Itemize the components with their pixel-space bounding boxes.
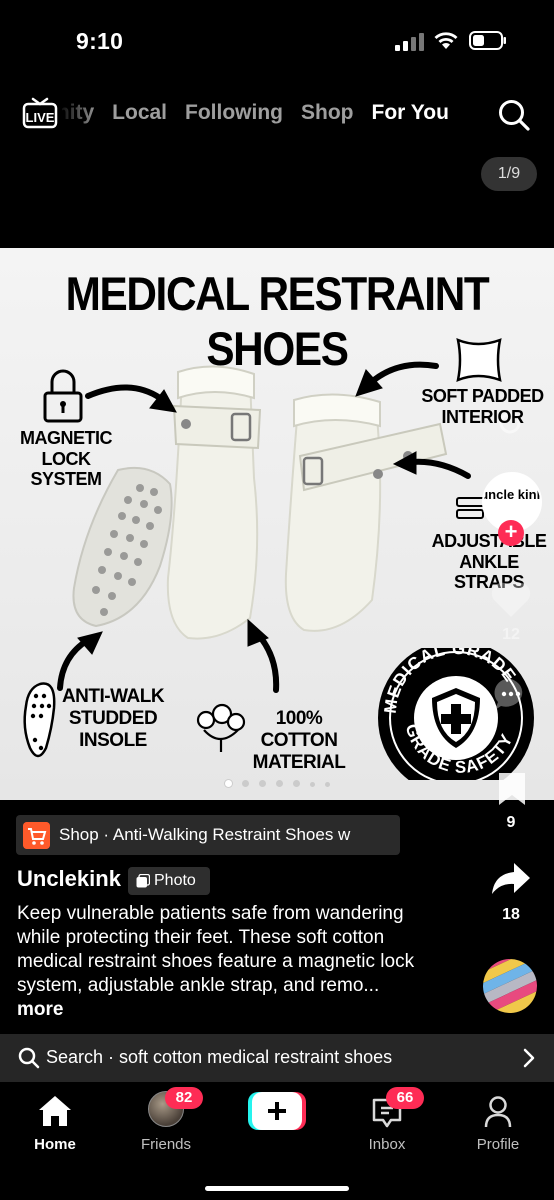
post-username[interactable]: Unclekink — [17, 866, 121, 892]
tab-following[interactable]: Following — [185, 101, 283, 125]
search-icon[interactable] — [497, 98, 531, 132]
like-count: 12 — [502, 626, 520, 643]
home-icon — [39, 1096, 71, 1126]
share-icon[interactable] — [490, 860, 532, 898]
inbox-badge: 66 — [386, 1087, 424, 1109]
tab-for-you[interactable]: For You — [372, 101, 449, 125]
music-disc-icon[interactable] — [482, 958, 538, 1014]
chevron-right-icon — [523, 1048, 535, 1068]
carousel-dot — [309, 782, 315, 787]
tab-friends-label: Friends — [140, 1136, 192, 1153]
carousel-dot — [324, 782, 330, 787]
product-photo[interactable]: MEDICAL RESTRAINT SHOES MAGNETIC LOCK SY… — [0, 248, 554, 800]
carousel-dots — [0, 774, 554, 792]
carousel-dot — [258, 780, 266, 787]
studded-sole-icon — [23, 682, 56, 758]
label-anti-walk: ANTI-WALK STUDDED INSOLE — [61, 686, 165, 751]
left-shoe-image — [166, 365, 262, 640]
bottom-tab-bar: Home Friends 82 Inbox 66 Profile — [0, 1084, 554, 1200]
tab-home-label: Home — [34, 1136, 76, 1153]
carousel-dot — [275, 780, 283, 787]
status-bar: 9:10 — [0, 0, 554, 80]
cellular-signal-icon — [395, 33, 424, 51]
related-search-text: Search · soft cotton medical restraint s… — [46, 1047, 393, 1067]
insole-image — [72, 466, 173, 628]
search-icon — [18, 1047, 40, 1069]
save-count: 9 — [506, 814, 516, 831]
battery-icon — [469, 31, 506, 50]
live-icon[interactable]: LIVE — [22, 97, 58, 129]
padlock-icon — [43, 369, 83, 423]
photo-tag-label: Photo — [154, 872, 196, 889]
related-search-bar[interactable]: Search · soft cotton medical restraint s… — [0, 1034, 554, 1082]
nav-fade — [58, 92, 98, 140]
profile-icon — [484, 1096, 512, 1128]
medical-grade-badge: MEDICAL GRADE GRADE SAFETY — [378, 648, 534, 780]
follow-plus-button[interactable]: + — [498, 520, 524, 546]
friends-badge: 82 — [165, 1087, 203, 1109]
carousel-dot — [292, 780, 300, 787]
pillow-icon — [456, 337, 502, 383]
right-shoe-image — [284, 393, 448, 632]
creator-logo-text: uncle kink — [484, 487, 540, 502]
wifi-icon — [434, 32, 458, 49]
caption-text: Keep vulnerable patients safe from wande… — [17, 903, 415, 996]
heart-icon[interactable] — [489, 580, 533, 620]
label-cotton: 100% COTTON MATERIAL — [252, 708, 346, 773]
top-nav: LIVE unityLocalFollowingShopFor You — [0, 92, 554, 140]
tab-local[interactable]: Local — [112, 101, 167, 125]
home-indicator[interactable] — [205, 1186, 349, 1191]
post-caption[interactable]: Keep vulnerable patients safe from wande… — [17, 902, 417, 1022]
shop-product-chip[interactable]: Shop · Anti-Walking Restraint Shoes w — [16, 815, 400, 855]
live-label: LIVE — [26, 110, 55, 125]
carousel-dot — [224, 780, 232, 787]
label-soft-padded: SOFT PADDED INTERIOR — [421, 386, 544, 427]
feed-tabs: unityLocalFollowingShopFor You — [62, 101, 474, 135]
tab-inbox-label: Inbox — [368, 1136, 406, 1153]
photo-page-counter: 1/9 — [481, 157, 537, 191]
create-post-button[interactable] — [248, 1092, 306, 1130]
status-time: 9:10 — [76, 28, 124, 54]
comment-icon[interactable] — [492, 676, 530, 714]
carousel-dot — [241, 780, 249, 787]
bookmark-icon[interactable] — [496, 770, 528, 808]
strap-icon — [456, 497, 486, 519]
shopping-cart-icon — [23, 822, 50, 849]
label-magnetic-lock: MAGNETIC LOCK SYSTEM — [20, 428, 113, 490]
tab-profile-label: Profile — [476, 1136, 520, 1153]
tab-shop[interactable]: Shop — [301, 101, 354, 125]
shop-chip-text: Shop · Anti-Walking Restraint Shoes w — [59, 825, 351, 844]
photo-stack-icon — [136, 874, 150, 888]
photo-type-tag: Photo — [128, 867, 210, 895]
share-count: 18 — [502, 906, 520, 923]
caption-more-link[interactable]: more — [17, 999, 63, 1020]
